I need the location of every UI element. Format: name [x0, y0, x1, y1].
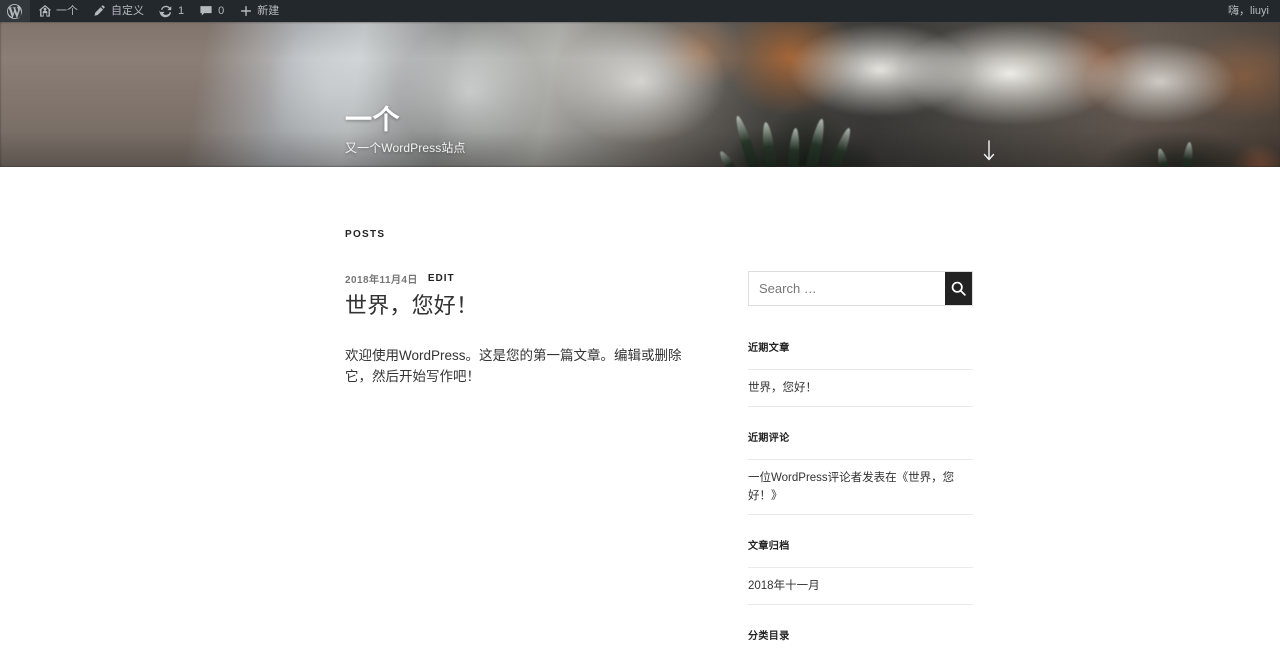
- post-article: 2018年11月4日 EDIT 世界，您好！ 欢迎使用WordPress。这是您…: [345, 271, 705, 388]
- widget-list: 一位WordPress评论者发表在《世界，您好！》: [748, 459, 973, 515]
- post-excerpt: 欢迎使用WordPress。这是您的第一篇文章。编辑或删除它，然后开始写作吧！: [345, 347, 682, 385]
- admin-bar: 一个 自定义 1 0 新建 嗨，liuyi: [0, 0, 1280, 22]
- archive-link[interactable]: 2018年十一月: [748, 580, 820, 592]
- admin-bar-site-name-label: 一个: [56, 5, 78, 17]
- admin-bar-customize[interactable]: 自定义: [85, 0, 151, 22]
- primary-column: 2018年11月4日 EDIT 世界，您好！ 欢迎使用WordPress。这是您…: [345, 271, 705, 388]
- widget-title: 分类目录: [748, 631, 790, 642]
- sidebar: 近期文章 世界，您好！ 近期评论 一位WordPress评论者发表在《世界，您好…: [748, 271, 973, 649]
- widget-categories: 分类目录 未分类: [748, 630, 973, 649]
- admin-bar-comments-count: 0: [218, 5, 225, 17]
- widget-title: 近期评论: [748, 433, 790, 445]
- admin-bar-site-name[interactable]: 一个: [30, 0, 85, 22]
- post-title[interactable]: 世界，您好！: [345, 292, 705, 321]
- admin-bar-my-account-label: 嗨，liuyi: [1228, 5, 1269, 17]
- list-item: 一位WordPress评论者发表在《世界，您好！》: [748, 460, 973, 515]
- widget-list: 世界，您好！: [748, 369, 973, 408]
- post-date[interactable]: 2018年11月4日: [345, 271, 418, 286]
- wordpress-icon: [7, 1, 22, 21]
- recent-comment-link[interactable]: 一位WordPress评论者发表在《世界，您好！》: [748, 472, 954, 501]
- widget-title: 文章归档: [748, 540, 790, 552]
- search-submit-button[interactable]: [945, 272, 972, 305]
- admin-bar-my-account[interactable]: 嗨，liuyi: [1221, 0, 1276, 22]
- list-item: 世界，您好！: [748, 370, 973, 408]
- widget-list: 2018年十一月: [748, 566, 973, 605]
- pencil-icon: [92, 1, 107, 21]
- search-form: [748, 271, 973, 306]
- posts-label: POSTS: [345, 229, 386, 240]
- header-overlay: [0, 22, 1280, 167]
- widget-recent-comments: 近期评论 一位WordPress评论者发表在《世界，您好！》: [748, 432, 973, 515]
- widget-recent-posts: 近期文章 世界，您好！: [748, 342, 973, 408]
- posts-section-header: POSTS: [345, 229, 385, 240]
- site-title[interactable]: 一个: [345, 106, 466, 135]
- list-item: 2018年十一月: [748, 568, 973, 605]
- content-wrapper: POSTS 2018年11月4日 EDIT 世界，您好！ 欢迎使用WordPre…: [0, 167, 1280, 649]
- site-header: 一个 又一个WordPress站点: [0, 22, 1280, 167]
- post-edit-link[interactable]: EDIT: [428, 273, 455, 284]
- search-input[interactable]: [749, 272, 945, 305]
- admin-bar-customize-label: 自定义: [111, 5, 144, 17]
- admin-bar-wp-logo[interactable]: [0, 0, 30, 22]
- scroll-down-arrow[interactable]: [982, 140, 996, 162]
- search-icon: [950, 280, 967, 297]
- admin-bar-updates-count: 1: [178, 5, 185, 17]
- site-content: POSTS 2018年11月4日 EDIT 世界，您好！ 欢迎使用WordPre…: [0, 167, 1280, 649]
- comment-bubble-icon: [198, 1, 213, 21]
- site-branding: 一个 又一个WordPress站点: [345, 106, 466, 156]
- admin-bar-updates[interactable]: 1: [151, 0, 191, 22]
- plus-icon: [238, 1, 253, 21]
- post-content: 欢迎使用WordPress。这是您的第一篇文章。编辑或删除它，然后开始写作吧！: [345, 345, 705, 389]
- admin-bar-new-content[interactable]: 新建: [231, 0, 286, 22]
- site-description: 又一个WordPress站点: [345, 141, 466, 156]
- home-icon: [37, 1, 52, 21]
- widget-archives: 文章归档 2018年十一月: [748, 540, 973, 605]
- admin-bar-new-content-label: 新建: [257, 5, 280, 17]
- entry-meta: 2018年11月4日 EDIT: [345, 271, 705, 286]
- widget-title: 近期文章: [748, 343, 790, 354]
- admin-bar-comments[interactable]: 0: [191, 0, 231, 22]
- recent-post-link[interactable]: 世界，您好！: [748, 382, 817, 394]
- admin-bar-right-group: 嗨，liuyi: [1221, 0, 1280, 22]
- admin-bar-left-group: 一个 自定义 1 0 新建: [0, 0, 286, 22]
- update-icon: [158, 1, 173, 21]
